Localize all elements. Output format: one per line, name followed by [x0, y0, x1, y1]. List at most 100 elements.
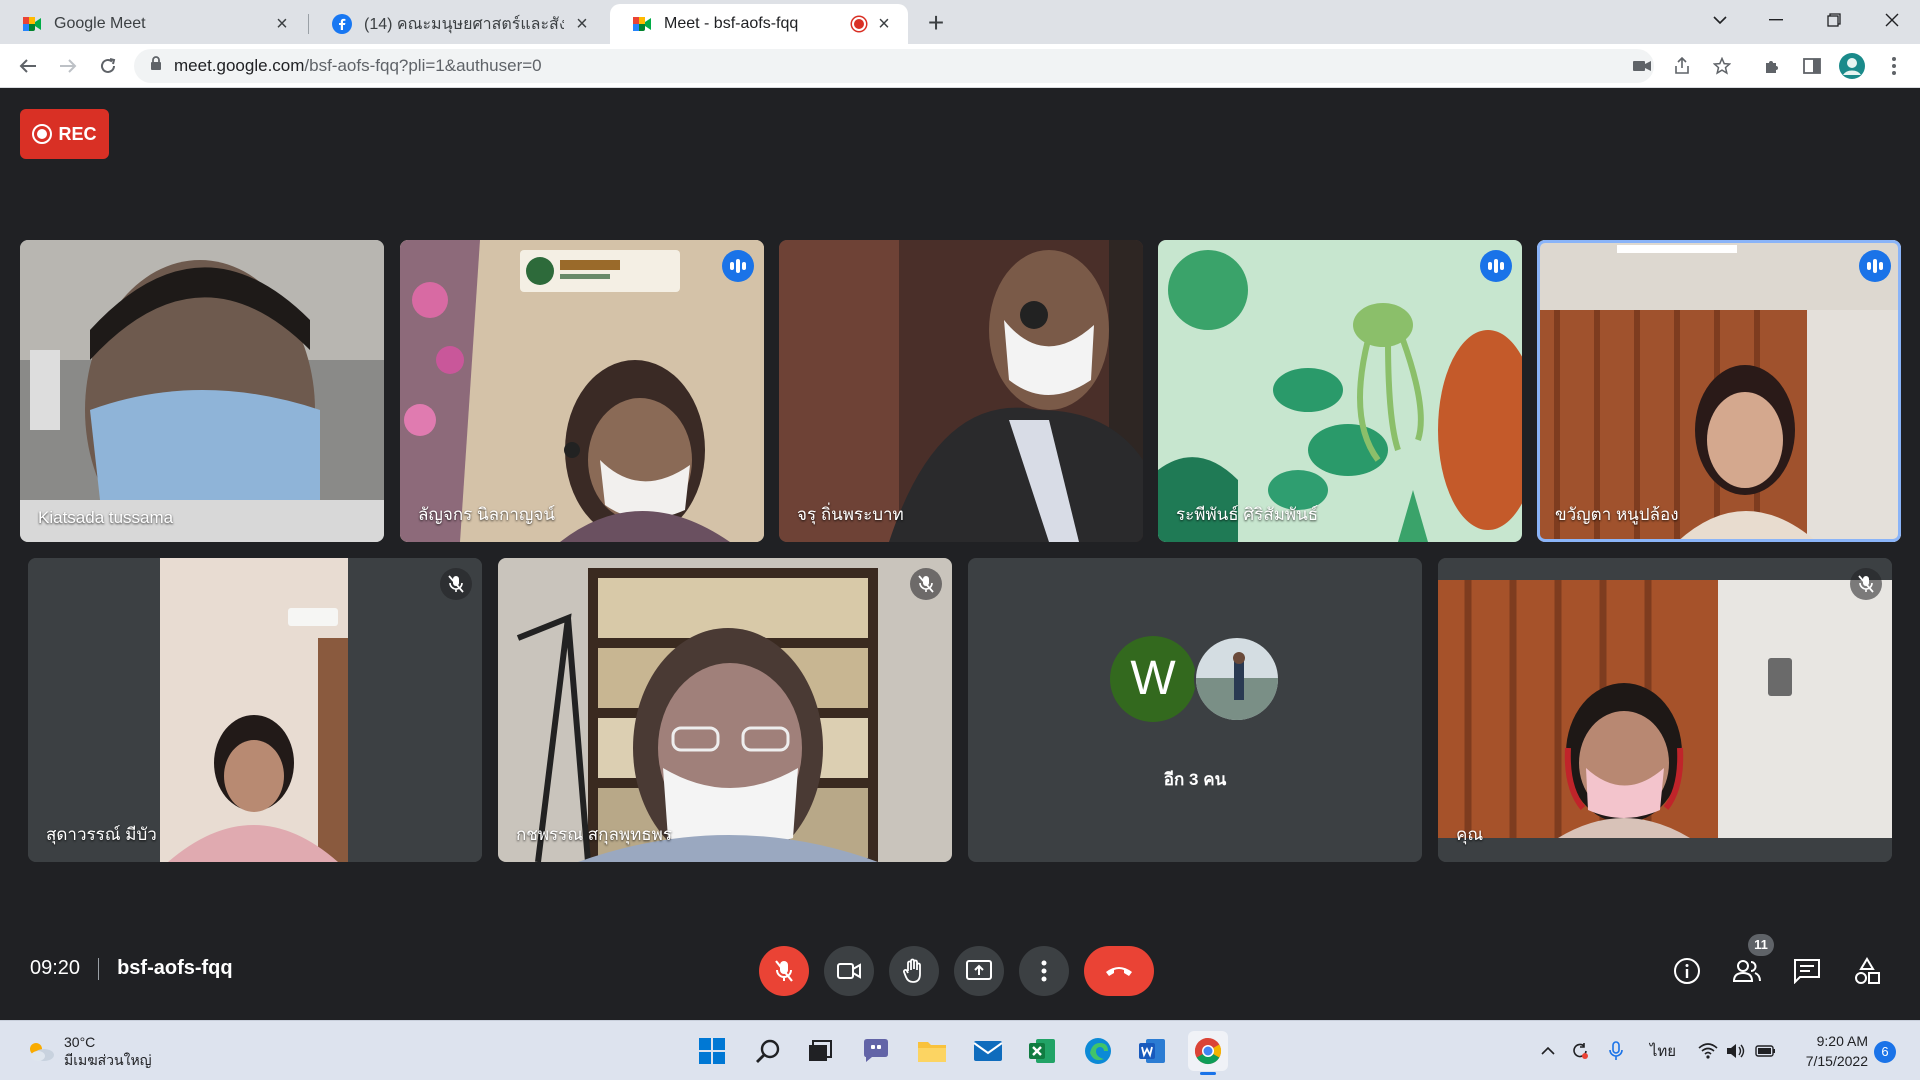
close-window-icon[interactable]	[1864, 0, 1920, 40]
tab-meet-active[interactable]: Meet - bsf-aofs-fqq ×	[610, 4, 908, 44]
task-view-button[interactable]	[800, 1031, 840, 1071]
divider	[98, 957, 100, 980]
chat-button[interactable]	[1786, 950, 1828, 992]
self-view-tile[interactable]: คุณ	[1438, 558, 1892, 862]
new-tab-button[interactable]: +	[920, 8, 952, 40]
camera-toggle-button[interactable]	[824, 946, 874, 996]
mail-button[interactable]	[968, 1031, 1008, 1071]
browser-toolbar: meet.google.com/bsf-aofs-fqq?pli=1&authu…	[0, 44, 1920, 88]
back-icon[interactable]	[14, 52, 42, 80]
recording-badge[interactable]: REC	[20, 109, 109, 159]
meeting-code: bsf-aofs-fqq	[117, 957, 233, 979]
participant-tile[interactable]: Kiatsada tussama	[20, 240, 384, 542]
hand-icon	[903, 958, 921, 983]
others-count-label: อีก 3 คน	[1163, 770, 1227, 789]
participant-name: กชพรรณ สกุลพุทธพร	[516, 825, 673, 844]
camera-icon	[837, 963, 861, 979]
bookmark-star-icon[interactable]	[1708, 52, 1736, 80]
tab-close-icon[interactable]: ×	[272, 14, 292, 34]
weather-temp: 30°C	[64, 1034, 96, 1050]
language-indicator[interactable]: ไทย	[1646, 1039, 1680, 1063]
participant-video	[779, 240, 1143, 542]
start-button[interactable]	[692, 1031, 732, 1071]
edge-button[interactable]	[1078, 1031, 1118, 1071]
participant-video	[498, 558, 952, 862]
participant-video	[1438, 558, 1892, 862]
share-icon[interactable]	[1668, 52, 1696, 80]
speaking-indicator-icon	[1859, 250, 1891, 282]
more-options-button[interactable]	[1019, 946, 1069, 996]
participant-video	[28, 558, 482, 862]
lock-icon[interactable]	[150, 56, 162, 76]
excel-button[interactable]	[1022, 1031, 1062, 1071]
participant-tile[interactable]: ระพีพันธ์ ศิริสัมพันธ์	[1158, 240, 1522, 542]
profile-avatar-icon[interactable]	[1838, 52, 1866, 80]
sync-icon[interactable]	[1568, 1039, 1592, 1063]
notification-count-badge[interactable]: 6	[1874, 1041, 1896, 1063]
people-button[interactable]	[1726, 950, 1768, 992]
unmute-mic-button[interactable]	[759, 946, 809, 996]
participant-tile[interactable]: กชพรรณ สกุลพุทธพร	[498, 558, 952, 862]
reload-icon[interactable]	[94, 52, 122, 80]
mic-off-icon	[910, 568, 942, 600]
participant-tile[interactable]: สุดาวรรณ์ มีบัว	[28, 558, 482, 862]
hang-up-icon	[1106, 967, 1132, 976]
weather-widget[interactable]: 30°C มีเมฆส่วนใหญ่	[26, 1033, 152, 1069]
participant-name: Kiatsada tussama	[38, 508, 174, 527]
microphone-icon[interactable]	[1604, 1039, 1628, 1063]
google-meet-favicon	[22, 14, 42, 34]
system-clock[interactable]: 9:20 AM 7/15/2022	[1788, 1031, 1868, 1071]
extensions-icon[interactable]	[1758, 52, 1786, 80]
present-screen-button[interactable]	[954, 946, 1004, 996]
teams-chat-icon	[864, 1039, 888, 1062]
activities-icon	[1855, 957, 1880, 984]
minimize-icon[interactable]	[1748, 0, 1804, 40]
weather-cloud-sun-icon	[30, 1043, 54, 1061]
participant-tile-active-speaker[interactable]: ขวัญตา หนูปล้อง	[1537, 240, 1901, 542]
chrome-button[interactable]	[1188, 1031, 1228, 1075]
battery-icon[interactable]	[1754, 1039, 1778, 1063]
teams-chat-button[interactable]	[856, 1031, 896, 1071]
folder-icon	[918, 1042, 946, 1062]
windows-logo-icon	[699, 1038, 725, 1064]
more-vert-icon	[1041, 960, 1047, 982]
tab-facebook[interactable]: (14) คณะมนุษยศาสตร์และสังคมศาสตร ×	[310, 4, 606, 44]
windows-taskbar: 30°C มีเมฆส่วนใหญ่ ไทย 9:20 AM 7/15/2022…	[0, 1020, 1920, 1080]
word-button[interactable]	[1132, 1031, 1172, 1071]
browser-menu-icon[interactable]	[1880, 52, 1908, 80]
participant-name: ขวัญตา หนูปล้อง	[1555, 505, 1679, 524]
volume-icon[interactable]	[1724, 1039, 1748, 1063]
chat-icon	[1794, 959, 1820, 984]
avatar	[1194, 636, 1280, 722]
activities-button[interactable]	[1846, 950, 1888, 992]
participant-tile[interactable]: จรุ ถิ่นพระบาท	[779, 240, 1143, 542]
meeting-time: 09:20	[30, 957, 81, 979]
recording-indicator-icon	[852, 17, 866, 31]
show-hidden-icons-chevron-icon[interactable]	[1536, 1039, 1560, 1063]
participant-tile[interactable]: ลัญจกร นิลกาญจน์	[400, 240, 764, 542]
tab-label: Meet - bsf-aofs-fqq	[664, 15, 799, 32]
chrome-icon	[1194, 1037, 1222, 1065]
raise-hand-button[interactable]	[889, 946, 939, 996]
forward-icon[interactable]	[54, 52, 82, 80]
others-tile[interactable]: W อีก 3 คน	[968, 558, 1422, 862]
url-text: meet.google.com/bsf-aofs-fqq?pli=1&authu…	[174, 56, 542, 76]
tab-search-icon[interactable]	[1692, 0, 1748, 40]
participant-name: ระพีพันธ์ ศิริสัมพันธ์	[1176, 505, 1319, 524]
restore-icon[interactable]	[1806, 0, 1862, 40]
side-panel-icon[interactable]	[1798, 52, 1826, 80]
address-bar[interactable]: meet.google.com/bsf-aofs-fqq?pli=1&authu…	[134, 49, 1654, 83]
participant-name: คุณ	[1456, 825, 1484, 844]
meeting-details-button[interactable]	[1666, 950, 1708, 992]
clock-date: 7/15/2022	[1805, 1053, 1868, 1069]
tab-google-meet[interactable]: Google Meet ×	[0, 4, 306, 44]
rec-label: REC	[58, 123, 97, 144]
url-host: meet.google.com	[174, 56, 305, 75]
tab-close-icon[interactable]: ×	[874, 14, 894, 34]
file-explorer-button[interactable]	[912, 1031, 952, 1071]
wifi-icon[interactable]	[1696, 1039, 1720, 1063]
tab-close-icon[interactable]: ×	[572, 14, 592, 34]
camera-in-use-icon[interactable]	[1628, 52, 1656, 80]
search-taskbar-button[interactable]	[748, 1031, 788, 1071]
leave-call-button[interactable]	[1084, 946, 1154, 996]
